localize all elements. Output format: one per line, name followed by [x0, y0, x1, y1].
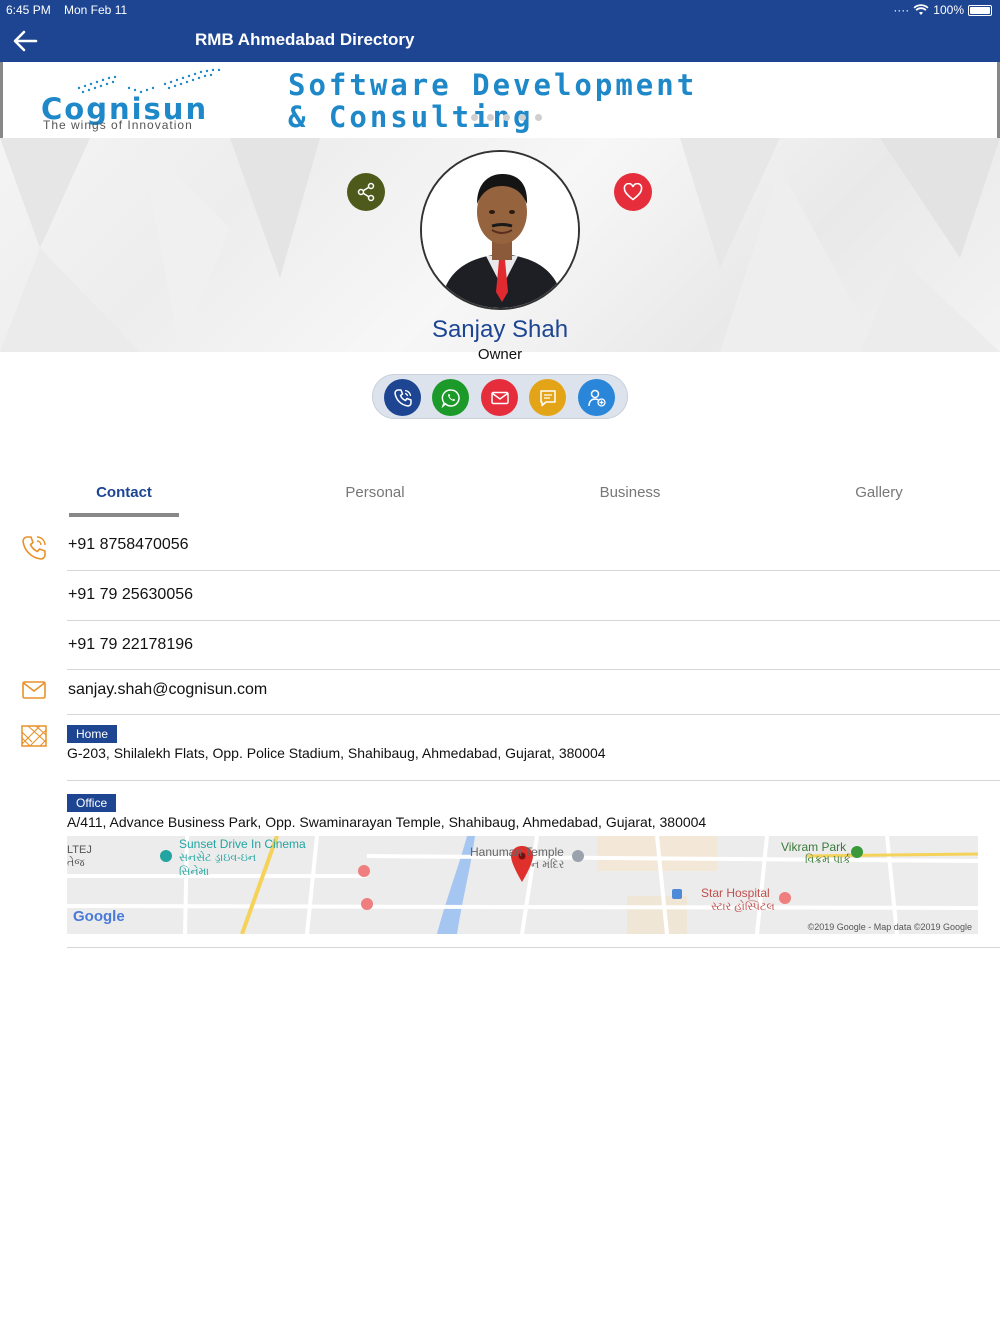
battery-icon [968, 4, 992, 16]
map-label: ન મંદિર [531, 859, 565, 871]
banner-page-indicator[interactable] [471, 114, 542, 121]
map-copyright: ©2019 Google - Map data ©2019 Google [807, 922, 972, 932]
status-time: 6:45 PM [6, 3, 51, 17]
sms-button[interactable] [529, 379, 566, 416]
banner-headline-1: Software Development [288, 68, 698, 102]
address-text[interactable]: G-203, Shilalekh Flats, Opp. Police Stad… [67, 745, 606, 761]
page-dot[interactable] [471, 114, 478, 121]
heart-icon [623, 183, 643, 201]
share-icon [357, 182, 375, 202]
favorite-button[interactable] [614, 173, 652, 211]
tab-gallery[interactable]: Gallery [819, 484, 939, 501]
profile-avatar [420, 150, 580, 310]
map-label: Vikram Park [781, 840, 847, 854]
map-label: વિક્રમ પાર્ક [805, 854, 851, 866]
email-button[interactable] [481, 379, 518, 416]
battery-percent: 100% [933, 3, 964, 17]
signal-dots-icon: ···· [893, 3, 910, 17]
map-label: સિનેમા [179, 866, 210, 878]
email-icon [22, 681, 46, 699]
map-label: Hanuman Temple [470, 845, 564, 859]
profile-role: Owner [477, 346, 523, 363]
profile-tabs: Contact Personal Business Gallery [0, 476, 1000, 518]
phone-number[interactable]: +91 79 22178196 [68, 636, 193, 654]
tab-business[interactable]: Business [570, 484, 690, 501]
status-date: Mon Feb 11 [64, 3, 128, 17]
email-address[interactable]: sanjay.shah@cognisun.com [68, 681, 267, 699]
map-label: સનસેટ ડ્રાઇવ-ઇન [179, 852, 257, 864]
phone-number[interactable]: +91 8758470056 [68, 536, 189, 554]
quick-actions-bar [372, 374, 628, 419]
phone-row[interactable]: +91 79 25630056 [67, 571, 1000, 621]
phone-icon [22, 536, 46, 560]
page-dot[interactable] [487, 114, 494, 121]
google-logo: Google [73, 908, 125, 925]
tab-personal[interactable]: Personal [315, 484, 435, 501]
nav-bar: RMB Ahmedabad Directory [0, 20, 1000, 62]
email-row[interactable]: sanjay.shah@cognisun.com [67, 670, 1000, 715]
add-contact-button[interactable] [578, 379, 615, 416]
logo-tagline: The wings of Innovation [43, 118, 193, 132]
call-button[interactable] [384, 379, 421, 416]
page-dot[interactable] [535, 114, 542, 121]
ad-banner[interactable]: Cognisun The wings of Innovation Softwar… [0, 62, 1000, 138]
active-tab-indicator [69, 513, 179, 517]
location-map[interactable]: LTEJ તેજ Sunset Drive In Cinema સનસેટ ડ્… [67, 836, 978, 934]
page-title: RMB Ahmedabad Directory [195, 30, 415, 49]
map-label: LTEJ [67, 844, 92, 856]
profile-name: Sanjay Shah [431, 316, 569, 343]
mail-icon [490, 391, 509, 404]
person-photo [422, 152, 578, 308]
map-label: સ્ટાર હોસ્પિટલ [711, 901, 775, 913]
whatsapp-button[interactable] [432, 379, 469, 416]
address-row-home[interactable]: Home G-203, Shilalekh Flats, Opp. Police… [67, 715, 1000, 781]
map-label: Sunset Drive In Cinema [179, 837, 306, 851]
map-icon [21, 725, 47, 747]
map-label: Star Hospital [701, 886, 770, 900]
map-label: તેજ [67, 857, 85, 869]
phone-row[interactable]: +91 8758470056 [67, 520, 1000, 571]
tab-contact[interactable]: Contact [64, 484, 184, 501]
address-tag: Home [67, 725, 118, 743]
wifi-icon [913, 4, 929, 15]
phone-icon [393, 388, 412, 407]
page-dot[interactable] [503, 114, 510, 121]
status-bar: 6:45 PM Mon Feb 11 ···· 100% [0, 0, 1000, 20]
back-arrow-icon[interactable] [12, 28, 38, 54]
page-dot[interactable] [519, 114, 526, 121]
address-text[interactable]: A/411, Advance Business Park, Opp. Swami… [67, 814, 706, 830]
phone-row[interactable]: +91 79 22178196 [67, 621, 1000, 670]
whatsapp-icon [441, 388, 460, 408]
address-tag: Office [67, 794, 117, 812]
phone-number[interactable]: +91 79 25630056 [68, 586, 193, 604]
message-icon [539, 389, 556, 406]
share-button[interactable] [347, 173, 385, 211]
add-contact-icon [587, 389, 606, 407]
